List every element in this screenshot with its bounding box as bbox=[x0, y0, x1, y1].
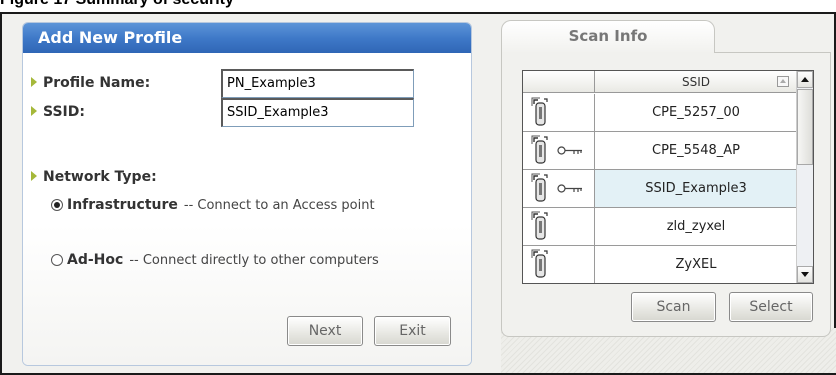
security-cell bbox=[523, 246, 595, 283]
security-cell bbox=[523, 94, 595, 131]
tab-scan-info[interactable]: Scan Info bbox=[501, 20, 715, 54]
sort-icon[interactable] bbox=[777, 76, 789, 87]
ssid-cell: SSID_Example3 bbox=[595, 170, 797, 207]
add-profile-panel: Add New Profile Profile Name: PN_Example… bbox=[22, 22, 472, 366]
ssid-label-text: SSID: bbox=[43, 104, 85, 120]
security-cell bbox=[523, 132, 595, 169]
ssid-rows: CPE_5257_00 CPE_5548_AP SSID_Example3 zl… bbox=[523, 94, 797, 283]
table-row[interactable]: CPE_5257_00 bbox=[523, 94, 797, 132]
security-cell bbox=[523, 208, 595, 245]
header-ssid-label: SSID bbox=[681, 75, 710, 89]
ssid-cell: CPE_5257_00 bbox=[652, 105, 740, 120]
table-row[interactable]: CPE_5548_AP bbox=[523, 132, 797, 170]
key-icon bbox=[557, 184, 582, 193]
scroll-up-icon[interactable] bbox=[797, 71, 813, 88]
scan-button[interactable]: Scan bbox=[631, 292, 716, 322]
access-point-icon bbox=[531, 135, 548, 164]
wizard-frame: Add New Profile Profile Name: PN_Example… bbox=[0, 12, 836, 375]
ssid-cell: CPE_5548_AP bbox=[652, 143, 740, 158]
adhoc-radio[interactable] bbox=[51, 254, 63, 266]
profile-name-label: Profile Name: bbox=[31, 75, 150, 91]
figure-caption: Figure 17 Summary of security bbox=[0, 0, 836, 12]
add-profile-body: Profile Name: PN_Example3 SSID: SSID_Exa… bbox=[23, 53, 471, 365]
key-icon bbox=[557, 146, 582, 155]
table-row[interactable]: ZyXEL bbox=[523, 246, 797, 283]
adhoc-option[interactable]: Ad-Hoc -- Connect directly to other comp… bbox=[51, 252, 379, 268]
infrastructure-option[interactable]: Infrastructure -- Connect to an Access p… bbox=[51, 197, 375, 213]
ssid-input[interactable]: SSID_Example3 bbox=[221, 98, 414, 127]
bullet-icon bbox=[31, 77, 37, 87]
ssid-cell: zld_zyxel bbox=[666, 219, 726, 234]
scroll-thumb[interactable] bbox=[797, 89, 813, 165]
infrastructure-title: Infrastructure bbox=[67, 197, 178, 213]
table-row[interactable]: zld_zyxel bbox=[523, 208, 797, 246]
scroll-down-icon[interactable] bbox=[797, 266, 813, 283]
header-ssid-column[interactable]: SSID bbox=[595, 71, 797, 93]
access-point-icon bbox=[531, 211, 548, 240]
ssid-cell: ZyXEL bbox=[675, 257, 717, 272]
ssid-list[interactable]: SSID CPE_5257_00 CPE_5548_AP SSID_Exampl… bbox=[522, 70, 814, 284]
infrastructure-desc: -- Connect to an Access point bbox=[183, 197, 375, 213]
next-button[interactable]: Next bbox=[287, 316, 363, 346]
adhoc-title: Ad-Hoc bbox=[67, 252, 124, 268]
profile-name-input[interactable]: PN_Example3 bbox=[221, 69, 414, 98]
security-cell bbox=[523, 170, 595, 207]
infrastructure-radio[interactable] bbox=[51, 199, 63, 211]
access-point-icon bbox=[531, 249, 548, 278]
tab-divider bbox=[714, 52, 831, 53]
bullet-icon bbox=[31, 106, 37, 116]
access-point-icon bbox=[531, 173, 548, 202]
select-button[interactable]: Select bbox=[729, 292, 813, 322]
vertical-scrollbar[interactable] bbox=[796, 71, 813, 283]
figure-caption-text: Figure 17 Summary of security bbox=[0, 0, 234, 9]
bullet-icon bbox=[31, 171, 37, 181]
profile-name-label-text: Profile Name: bbox=[43, 75, 151, 91]
list-header: SSID bbox=[523, 71, 797, 93]
adhoc-desc: -- Connect directly to other computers bbox=[129, 252, 379, 268]
network-type-label-text: Network Type: bbox=[43, 169, 157, 185]
header-icon-column[interactable] bbox=[523, 71, 595, 93]
network-type-label: Network Type: bbox=[31, 169, 157, 185]
access-point-icon bbox=[531, 97, 548, 126]
table-row-selected[interactable]: SSID_Example3 bbox=[523, 170, 797, 208]
panel-title: Add New Profile bbox=[23, 23, 471, 53]
ssid-label: SSID: bbox=[31, 104, 85, 120]
exit-button[interactable]: Exit bbox=[374, 316, 451, 346]
